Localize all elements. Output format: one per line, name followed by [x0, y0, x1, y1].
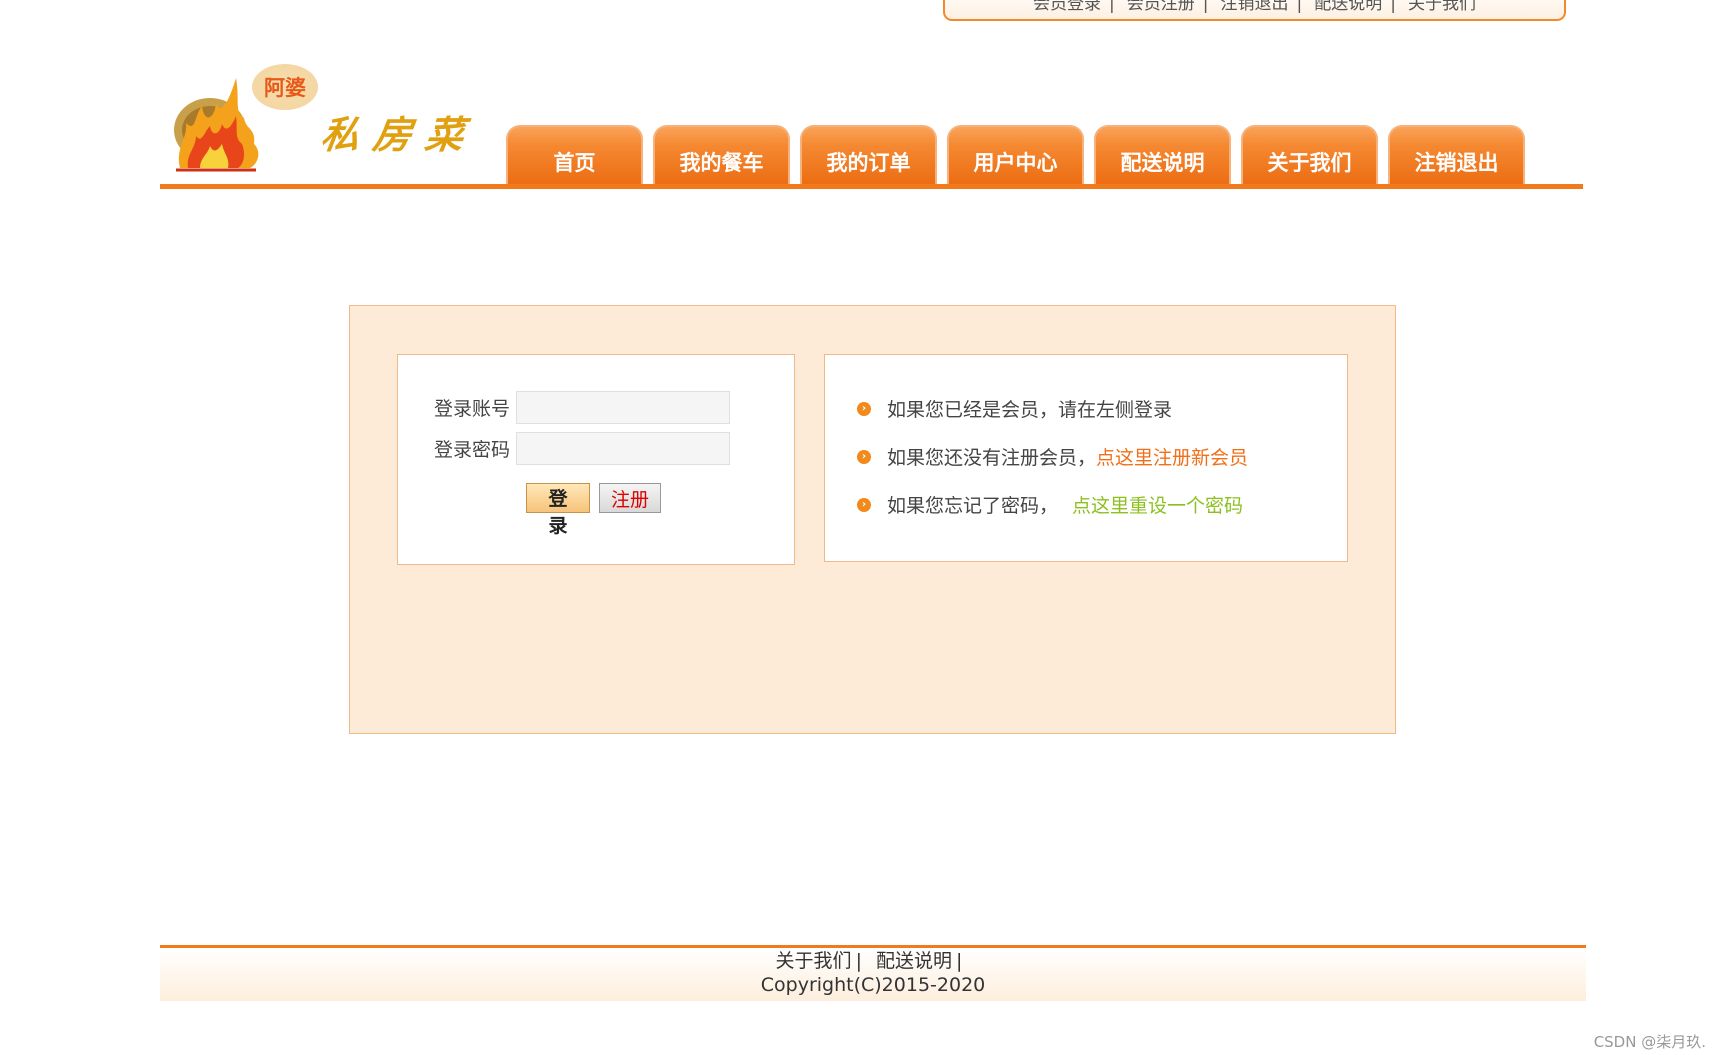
top-link-logout[interactable]: 注销退出	[1221, 0, 1289, 14]
info-line-register: › 如果您还没有注册会员， 点这里注册新会员	[857, 443, 1248, 470]
separator: |	[1202, 0, 1209, 14]
help-info-box: › 如果您已经是会员，请在左侧登录 › 如果您还没有注册会员， 点这里注册新会员…	[824, 354, 1348, 562]
nav-tab-home[interactable]: 首页	[506, 125, 643, 185]
footer: 关于我们 | 配送说明 | Copyright(C)2015-2020	[160, 945, 1586, 1001]
top-link-member-register[interactable]: 会员注册	[1127, 0, 1195, 14]
nav-tab-user-center[interactable]: 用户中心	[947, 125, 1084, 185]
separator: |	[1296, 0, 1303, 14]
info-text: 如果您还没有注册会员，	[887, 447, 1097, 469]
top-link-delivery[interactable]: 配送说明	[1314, 0, 1382, 14]
separator: |	[1390, 0, 1396, 14]
nav-tab-my-orders[interactable]: 我的订单	[800, 125, 937, 185]
nav-tab-about[interactable]: 关于我们	[1241, 125, 1378, 185]
login-form: 登录账号 登录密码 登 录 注册	[397, 354, 795, 565]
top-link-member-login[interactable]: 会员登录	[1033, 0, 1101, 14]
main-nav: 首页 我的餐车 我的订单 用户中心 配送说明 关于我们 注销退出	[506, 125, 1535, 185]
top-link-about[interactable]: 关于我们	[1408, 0, 1476, 14]
separator: |	[1109, 0, 1115, 14]
logo-badge: 阿婆	[252, 64, 318, 110]
login-panel: 登录账号 登录密码 登 录 注册 › 如果您已经是会员，请在左侧登录 › 如果您…	[349, 305, 1396, 734]
register-link[interactable]: 点这里注册新会员	[1096, 443, 1248, 470]
footer-link-about[interactable]: 关于我们	[776, 950, 852, 972]
nav-tab-my-cart[interactable]: 我的餐车	[653, 125, 790, 185]
info-line-login: › 如果您已经是会员，请在左侧登录	[857, 395, 1172, 422]
account-label: 登录账号	[434, 398, 511, 420]
account-row: 登录账号	[434, 391, 730, 424]
password-label: 登录密码	[434, 439, 511, 461]
separator: |	[956, 950, 963, 972]
separator: |	[855, 950, 862, 972]
arrow-bullet-icon: ›	[857, 497, 871, 512]
arrow-bullet-icon: ›	[857, 401, 871, 416]
info-line-reset: › 如果您忘记了密码， 点这里重设一个密码	[857, 491, 1243, 518]
register-button[interactable]: 注册	[599, 483, 661, 513]
copyright-text: Copyright(C)2015-2020	[760, 974, 986, 996]
watermark: CSDN @柒月玖.	[1593, 1033, 1706, 1051]
footer-link-delivery[interactable]: 配送说明	[876, 950, 952, 972]
top-mini-nav: 会员登录 | 会员注册 | 注销退出 | 配送说明 | 关于我们	[943, 0, 1566, 21]
reset-password-link[interactable]: 点这里重设一个密码	[1072, 491, 1243, 518]
footer-links: 关于我们 | 配送说明 |	[160, 949, 1586, 973]
nav-underline	[160, 184, 1583, 189]
account-input[interactable]	[516, 391, 730, 424]
password-row: 登录密码	[434, 432, 730, 465]
arrow-bullet-icon: ›	[857, 449, 871, 464]
nav-tab-delivery[interactable]: 配送说明	[1094, 125, 1231, 185]
info-text: 如果您已经是会员，请在左侧登录	[887, 399, 1173, 421]
nav-tab-logout[interactable]: 注销退出	[1388, 125, 1525, 185]
logo-script-text: 私房菜	[318, 112, 481, 157]
password-input[interactable]	[516, 432, 730, 465]
site-logo[interactable]: 阿婆 私房菜	[170, 60, 481, 175]
info-text: 如果您忘记了密码，	[887, 495, 1059, 517]
login-button[interactable]: 登 录	[526, 483, 590, 537]
